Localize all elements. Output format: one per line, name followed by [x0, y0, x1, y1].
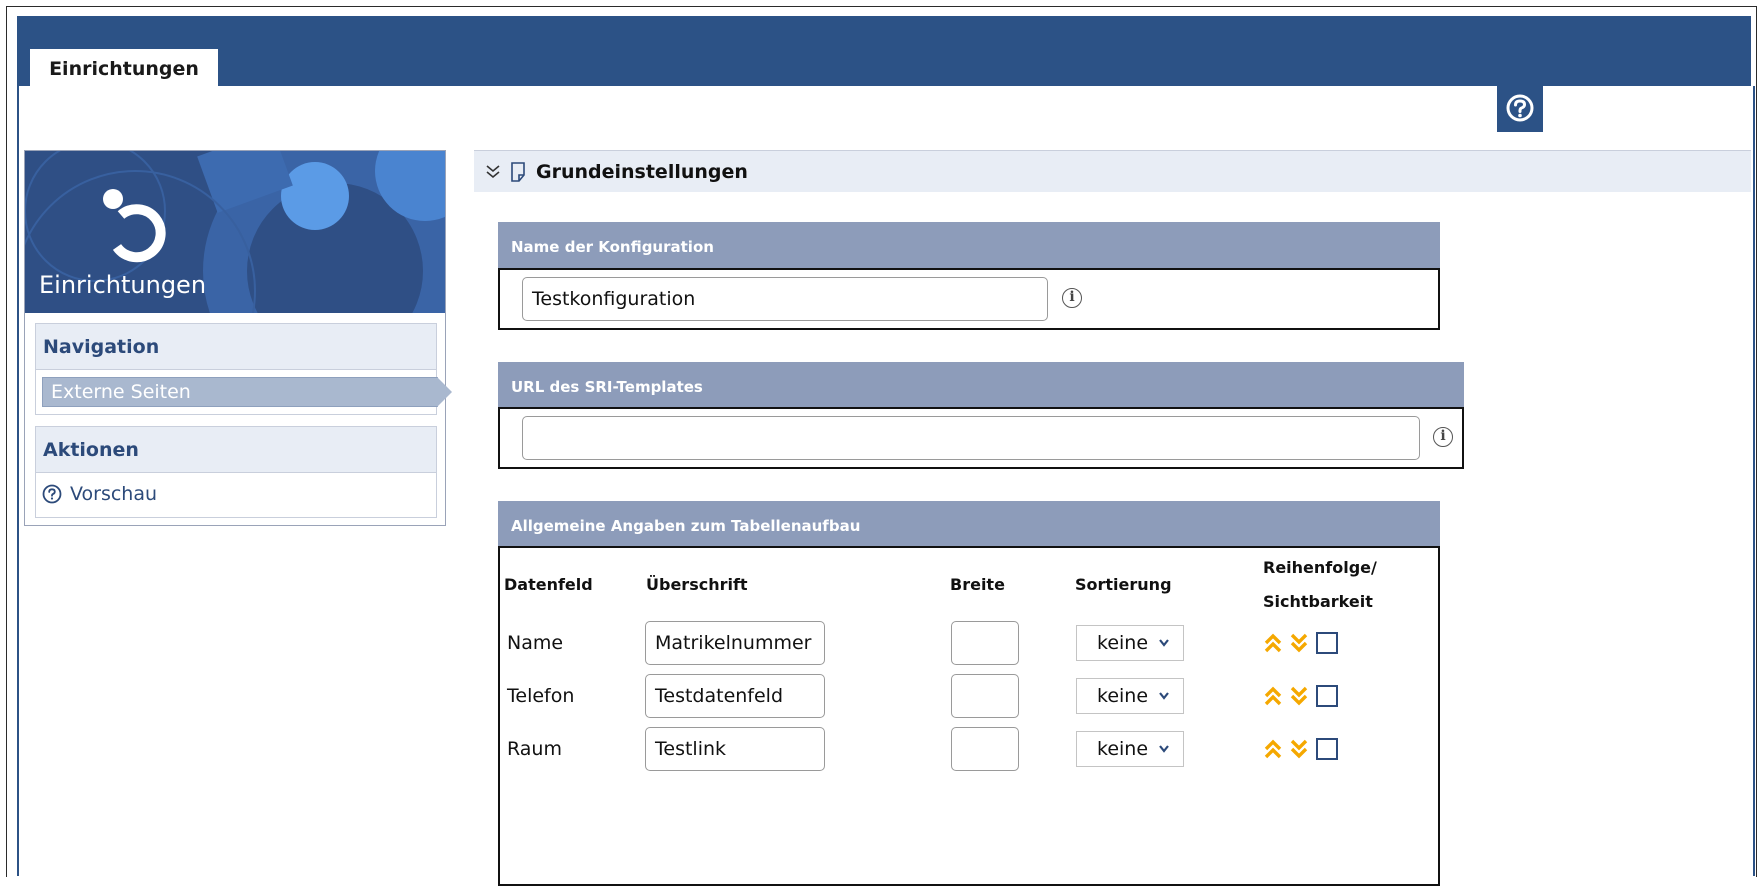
sidebar-action-vorschau[interactable]: Vorschau [42, 483, 157, 505]
actions-heading: Aktionen [36, 427, 436, 473]
col-sortierung: Sortierung [1075, 575, 1172, 594]
config-name-input[interactable]: Testkonfiguration [522, 277, 1048, 321]
sri-url-input[interactable] [522, 416, 1420, 460]
info-icon[interactable]: i [1433, 427, 1453, 447]
order-controls [1262, 685, 1338, 707]
sort-select[interactable]: keine [1076, 731, 1184, 767]
visibility-checkbox[interactable] [1316, 632, 1338, 654]
col-breite: Breite [950, 575, 1005, 594]
sidebar-item-externe-seiten[interactable]: Externe Seiten [42, 377, 438, 407]
move-up-icon[interactable] [1262, 632, 1284, 654]
chevron-down-icon [1159, 745, 1169, 753]
sort-value: keine [1097, 738, 1149, 760]
sidebar: Einrichtungen Navigation Aktionen [24, 150, 446, 526]
sort-select[interactable]: keine [1076, 678, 1184, 714]
info-icon[interactable]: i [1062, 288, 1082, 308]
vorschau-label: Vorschau [70, 483, 158, 505]
heading-input[interactable]: Testdatenfeld [645, 674, 825, 718]
row-field-label: Telefon [507, 685, 575, 707]
visibility-checkbox[interactable] [1316, 685, 1338, 707]
order-controls [1262, 632, 1338, 654]
double-chevron-down-icon [486, 164, 500, 178]
help-button[interactable] [1497, 84, 1543, 132]
col-sichtbarkeit: Sichtbarkeit [1263, 592, 1373, 611]
heading-input[interactable]: Matrikelnummer [645, 621, 825, 665]
width-input[interactable] [951, 674, 1019, 718]
tab-einrichtungen[interactable]: Einrichtungen [30, 46, 218, 86]
sidebar-banner: Einrichtungen [25, 151, 445, 313]
row-field-label: Raum [507, 738, 562, 760]
section-grundeinstellungen[interactable]: Grundeinstellungen [474, 150, 1751, 192]
left-border [17, 86, 19, 876]
heading-input[interactable]: Testlink [645, 727, 825, 771]
page-icon [511, 161, 525, 182]
col-datenfeld: Datenfeld [504, 575, 593, 594]
col-ueberschrift: Überschrift [646, 575, 748, 594]
move-up-icon[interactable] [1262, 685, 1284, 707]
move-down-icon[interactable] [1288, 738, 1310, 760]
help-circle-icon [1506, 94, 1534, 122]
tab-label: Einrichtungen [49, 58, 199, 80]
width-input[interactable] [951, 621, 1019, 665]
navigation-heading: Navigation [36, 324, 436, 370]
order-controls [1262, 738, 1338, 760]
width-input[interactable] [951, 727, 1019, 771]
right-border [1753, 86, 1755, 876]
chevron-down-icon [1159, 639, 1169, 647]
sidebar-title: Einrichtungen [39, 271, 207, 299]
section-title: Grundeinstellungen [536, 160, 748, 183]
sort-value: keine [1097, 685, 1149, 707]
move-down-icon[interactable] [1288, 685, 1310, 707]
move-up-icon[interactable] [1262, 738, 1284, 760]
config-name-header: Name der Konfiguration [498, 222, 1440, 268]
row-field-label: Name [507, 632, 564, 654]
help-circle-icon [42, 484, 62, 504]
sort-value: keine [1097, 632, 1149, 654]
chevron-down-icon [1159, 692, 1169, 700]
table-setup-header: Allgemeine Angaben zum Tabellenaufbau [498, 501, 1440, 547]
col-reihenfolge: Reihenfolge/ [1263, 558, 1377, 577]
active-item-arrow [437, 377, 452, 407]
sri-url-header: URL des SRI-Templates [498, 362, 1464, 408]
visibility-checkbox[interactable] [1316, 738, 1338, 760]
sort-select[interactable]: keine [1076, 625, 1184, 661]
top-bar [17, 16, 1751, 86]
move-down-icon[interactable] [1288, 632, 1310, 654]
